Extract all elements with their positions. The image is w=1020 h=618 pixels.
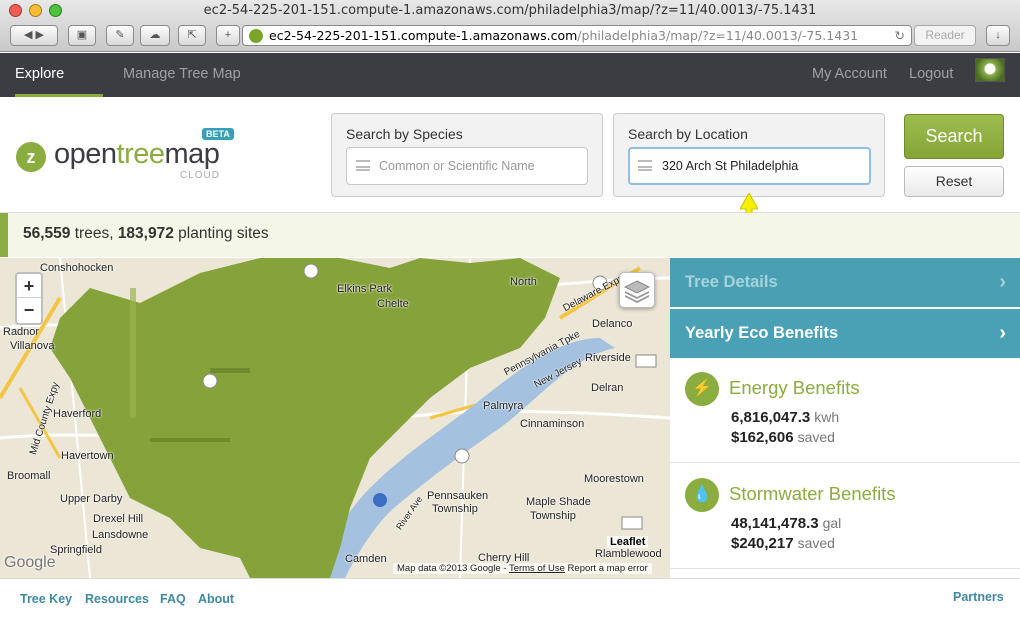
map-label: Radnor	[3, 326, 40, 338]
location-search-label: Search by Location	[628, 126, 748, 142]
logo-leaf-icon: z	[16, 142, 46, 172]
planting-site-count: 183,972	[117, 225, 174, 242]
map-label: Upper Darby	[60, 493, 123, 505]
species-search-label: Search by Species	[346, 126, 463, 142]
stormwater-saved: $240,217	[731, 535, 794, 552]
map-label: Conshohocken	[40, 262, 114, 274]
footer-tree-key-link[interactable]: Tree Key	[20, 592, 72, 606]
energy-saved: $162,606	[731, 429, 794, 446]
map-label: Camden	[345, 553, 387, 565]
footer-resources-link[interactable]: Resources	[85, 592, 149, 606]
map-label: Township	[530, 510, 576, 522]
lightning-icon: ⚡	[685, 372, 719, 406]
reload-icon[interactable]: ↻	[895, 26, 905, 45]
map-label: Township	[432, 503, 478, 515]
url-host: ec2-54-225-201-151.compute-1.amazonaws.c…	[269, 28, 578, 43]
water-drop-icon: 💧	[685, 478, 719, 512]
location-search-input[interactable]: 320 Arch St Philadelphia	[628, 147, 871, 185]
browser-chrome: ec2-54-225-201-151.compute-1.amazonaws.c…	[0, 0, 1020, 52]
map-label: Haverford	[53, 408, 102, 420]
map-label: Drexel Hill	[93, 513, 144, 525]
map-attribution: Map data ©2013 Google - Terms of Use Rep…	[393, 563, 652, 574]
zoom-out-button[interactable]: −	[17, 298, 41, 322]
terms-of-use-link[interactable]: Terms of Use	[509, 563, 565, 574]
map-label: North	[510, 276, 537, 288]
map-label: Palmyra	[483, 400, 524, 412]
nav-explore-trees[interactable]: Explore Trees	[15, 53, 103, 124]
back-forward-buttons[interactable]: ◀ ▶	[10, 25, 58, 46]
stormwater-benefits-title: Stormwater Benefits	[729, 483, 896, 504]
map-label: Rlamblewood	[595, 548, 662, 560]
minimize-window-icon[interactable]	[29, 4, 42, 17]
zoom-window-icon[interactable]	[49, 4, 62, 17]
stormwater-benefits: 💧 Stormwater Benefits 48,141,478.3 gal $2…	[670, 464, 1020, 569]
tree-map[interactable]: Conshohocken Elkins Park Chelte North De…	[0, 258, 670, 578]
add-bookmark-button[interactable]: +	[216, 25, 240, 46]
user-avatar[interactable]	[975, 58, 1005, 82]
map-label: Lansdowne	[92, 529, 149, 541]
page-footer: Tree Key Resources FAQ About Partners	[0, 578, 1020, 618]
close-window-icon[interactable]	[9, 4, 22, 17]
nav-my-account[interactable]: My Account	[812, 53, 887, 97]
share-icon[interactable]: ⇱	[178, 25, 206, 46]
logo-wordmark: opentreemap	[54, 138, 220, 170]
map-label: Cinnaminson	[520, 418, 585, 430]
search-button[interactable]: Search	[904, 114, 1004, 159]
reader-button[interactable]: Reader	[914, 25, 976, 46]
map-label: Broomall	[7, 470, 51, 482]
url-path: /philadelphia3/map/?z=11/40.0013/-75.143…	[577, 28, 859, 43]
map-label: Delanco	[592, 318, 633, 330]
site-favicon-icon	[249, 29, 263, 43]
footer-partners-link[interactable]: Partners	[953, 590, 1004, 604]
map-label: Riverside	[585, 352, 631, 364]
beta-badge: BETA	[202, 128, 234, 140]
layers-control-button[interactable]	[619, 272, 655, 308]
footer-about-link[interactable]: About	[198, 592, 234, 606]
map-label: Springfield	[50, 544, 102, 556]
report-map-error-link[interactable]: Report a map error	[568, 563, 648, 574]
map-label: Maple Shade	[526, 496, 591, 508]
eco-benefits-panel[interactable]: Yearly Eco Benefits ›	[670, 309, 1020, 358]
map-label: Moorestown	[584, 473, 644, 485]
downloads-icon[interactable]: ↓	[986, 25, 1010, 46]
chevron-right-icon: ›	[999, 322, 1006, 344]
window-title: ec2-54-225-201-151.compute-1.amazonaws.c…	[203, 3, 817, 18]
zoom-in-button[interactable]: +	[17, 274, 41, 298]
energy-benefits: ⚡ Energy Benefits 6,816,047.3 kwh $162,60…	[670, 358, 1020, 463]
screenshot-icon[interactable]: ▣	[68, 25, 96, 46]
top-nav: Explore Trees Manage Tree Map My Account…	[0, 53, 1020, 124]
nav-manage-tree-map[interactable]: Manage Tree Map	[123, 53, 241, 97]
zoom-control: + −	[15, 272, 43, 325]
tree-count: 56,559	[23, 225, 71, 242]
map-label: Villanova	[10, 340, 55, 352]
map-label: Havertown	[61, 450, 114, 462]
species-search-box: Search by Species Common or Scientific N…	[331, 113, 603, 197]
map-label: Delran	[591, 382, 624, 394]
species-search-input[interactable]: Common or Scientific Name	[346, 147, 588, 185]
nav-logout[interactable]: Logout	[909, 53, 953, 97]
list-icon	[356, 160, 370, 171]
energy-amount: 6,816,047.3	[731, 409, 811, 426]
map-label: Chelte	[377, 298, 409, 310]
footer-faq-link[interactable]: FAQ	[160, 592, 186, 606]
leaflet-attribution[interactable]: Leaflet	[607, 536, 649, 548]
cloud-icon[interactable]: ☁	[140, 25, 170, 46]
tree-details-panel[interactable]: Tree Details ›	[670, 258, 1020, 307]
list-icon	[638, 160, 652, 171]
tree-count-bar: 56,559 trees, 183,972 planting sites	[0, 213, 1020, 257]
details-sidebar: Tree Details › Yearly Eco Benefits › ⚡ Ene…	[670, 258, 1020, 578]
logo-cloud-label: CLOUD	[180, 170, 221, 181]
location-search-box: Search by Location 320 Arch St Philadelp…	[613, 113, 885, 197]
google-logo: Google	[4, 554, 56, 571]
stormwater-amount: 48,141,478.3	[731, 515, 819, 532]
reset-button[interactable]: Reset	[904, 166, 1004, 197]
url-bar[interactable]: ec2-54-225-201-151.compute-1.amazonaws.c…	[242, 25, 912, 46]
map-label: Elkins Park	[337, 283, 393, 295]
wrench-icon[interactable]: ✎	[106, 25, 134, 46]
energy-benefits-title: Energy Benefits	[729, 377, 860, 398]
layers-icon	[623, 280, 651, 303]
map-label: Pennsauken	[427, 490, 489, 502]
chevron-right-icon: ›	[999, 271, 1006, 293]
